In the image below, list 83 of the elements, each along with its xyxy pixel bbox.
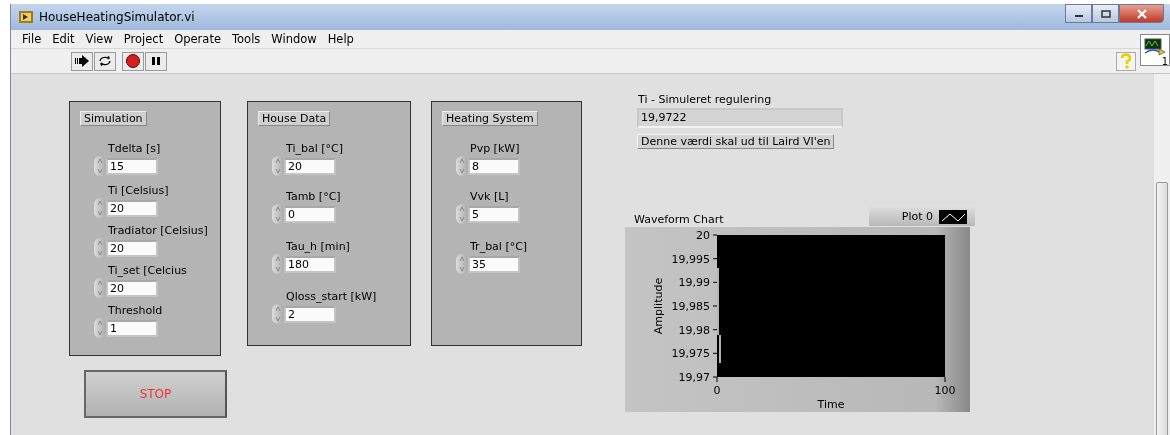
spinner-icon[interactable] bbox=[456, 254, 468, 274]
spinner-icon[interactable] bbox=[94, 278, 106, 298]
y-tick-label: 19,975 bbox=[671, 347, 710, 361]
numeric-field[interactable]: 15 bbox=[106, 157, 158, 175]
spinner-icon[interactable] bbox=[94, 156, 106, 176]
control-label: Vvk [L] bbox=[470, 190, 510, 203]
spinner-icon[interactable] bbox=[456, 204, 468, 224]
run-continuously-button[interactable] bbox=[94, 51, 116, 71]
y-axis-title: Amplitude bbox=[652, 277, 665, 335]
y-tick-label: 19,99 bbox=[678, 276, 710, 290]
line-style-icon bbox=[939, 209, 967, 224]
menu-item[interactable]: Project bbox=[118, 32, 170, 46]
minimize-button[interactable] bbox=[1065, 4, 1092, 23]
menu-item[interactable]: Edit bbox=[47, 32, 81, 46]
arrow-icon bbox=[74, 55, 90, 67]
close-button[interactable] bbox=[1119, 4, 1164, 23]
control-label: Ti_bal [°C] bbox=[286, 142, 343, 155]
control-label: Ti [Celsius] bbox=[108, 184, 169, 197]
y-tick-label: 19,98 bbox=[678, 323, 710, 337]
run-button[interactable] bbox=[71, 51, 93, 71]
control-label: Ti_set [Celcius bbox=[108, 264, 187, 277]
control-label: Tr_bal [°C] bbox=[470, 240, 528, 253]
group-title: House Data bbox=[258, 111, 331, 126]
numeric-field[interactable]: 20 bbox=[284, 157, 336, 175]
window-title: HouseHeatingSimulator.vi bbox=[39, 10, 195, 24]
numeric-field[interactable]: 0 bbox=[284, 205, 336, 223]
scrollbar[interactable] bbox=[1153, 74, 1170, 435]
spinner-icon[interactable] bbox=[272, 156, 284, 176]
y-tick-label: 19,97 bbox=[678, 371, 710, 384]
spinner-icon[interactable] bbox=[94, 198, 106, 218]
plot-legend[interactable]: Plot 0 bbox=[869, 207, 975, 226]
pause-button[interactable] bbox=[145, 51, 167, 71]
numeric-field[interactable]: 20 bbox=[106, 279, 158, 297]
x-tick-label: 0 bbox=[713, 384, 721, 397]
note-label: Denne værdi skal ud til Laird VI'en bbox=[637, 134, 835, 149]
menu-item[interactable]: Help bbox=[322, 32, 360, 46]
spinner-icon[interactable] bbox=[272, 204, 284, 224]
pause-icon bbox=[150, 55, 162, 67]
maximize-button[interactable] bbox=[1092, 4, 1119, 23]
menu-item[interactable]: Operate bbox=[169, 32, 227, 46]
spinner-icon[interactable] bbox=[272, 254, 284, 274]
y-tick-label: 20 bbox=[696, 229, 710, 242]
indicator-label: Ti - Simuleret regulering bbox=[638, 93, 772, 106]
loop-arrows-icon bbox=[97, 54, 113, 68]
control-label: Threshold bbox=[108, 304, 163, 317]
help-button[interactable] bbox=[1116, 51, 1136, 71]
y-tick-label: 19,985 bbox=[671, 300, 710, 313]
spinner-icon[interactable] bbox=[94, 238, 106, 258]
chart-label: Waveform Chart bbox=[634, 213, 724, 226]
abort-button[interactable] bbox=[122, 51, 144, 71]
app-icon bbox=[19, 11, 33, 23]
indicator-field: 19,9722 bbox=[637, 108, 843, 128]
x-axis-title: Time bbox=[817, 398, 845, 411]
group-title: Simulation bbox=[80, 111, 147, 126]
menu-item[interactable]: File bbox=[17, 32, 48, 46]
vi-icon[interactable]: 1 bbox=[1140, 34, 1170, 66]
numeric-field[interactable]: 35 bbox=[468, 255, 520, 273]
menu-item[interactable]: Window bbox=[266, 32, 323, 46]
numeric-field[interactable]: 5 bbox=[468, 205, 520, 223]
control-label: Pvp [kW] bbox=[470, 142, 520, 155]
control-label: Tradiator [Celsius] bbox=[108, 224, 208, 237]
menu-item[interactable]: View bbox=[80, 32, 119, 46]
numeric-field[interactable]: 180 bbox=[284, 255, 336, 273]
menu-item[interactable]: Tools bbox=[227, 32, 267, 46]
control-label: Tamb [°C] bbox=[286, 190, 341, 203]
control-label: Tau_h [min] bbox=[286, 240, 350, 253]
spinner-icon[interactable] bbox=[272, 304, 284, 324]
control-label: Qloss_start [kW] bbox=[286, 290, 377, 303]
maximize-icon bbox=[1100, 9, 1111, 18]
x-tick-label: 100 bbox=[934, 384, 956, 397]
question-mark-icon bbox=[1119, 53, 1133, 69]
group-title: Heating System bbox=[442, 111, 538, 126]
y-tick-label: 19,995 bbox=[671, 252, 710, 266]
control-label: Tdelta [s] bbox=[108, 142, 161, 155]
numeric-field[interactable]: 20 bbox=[106, 239, 158, 257]
spinner-icon[interactable] bbox=[456, 156, 468, 176]
numeric-field[interactable]: 20 bbox=[106, 199, 158, 217]
numeric-field[interactable]: 8 bbox=[468, 157, 520, 175]
stop-circle-icon bbox=[125, 53, 141, 69]
spinner-icon[interactable] bbox=[94, 318, 106, 338]
numeric-field[interactable]: 1 bbox=[106, 319, 158, 337]
numeric-field[interactable]: 2 bbox=[284, 305, 336, 323]
close-icon bbox=[1135, 8, 1148, 19]
